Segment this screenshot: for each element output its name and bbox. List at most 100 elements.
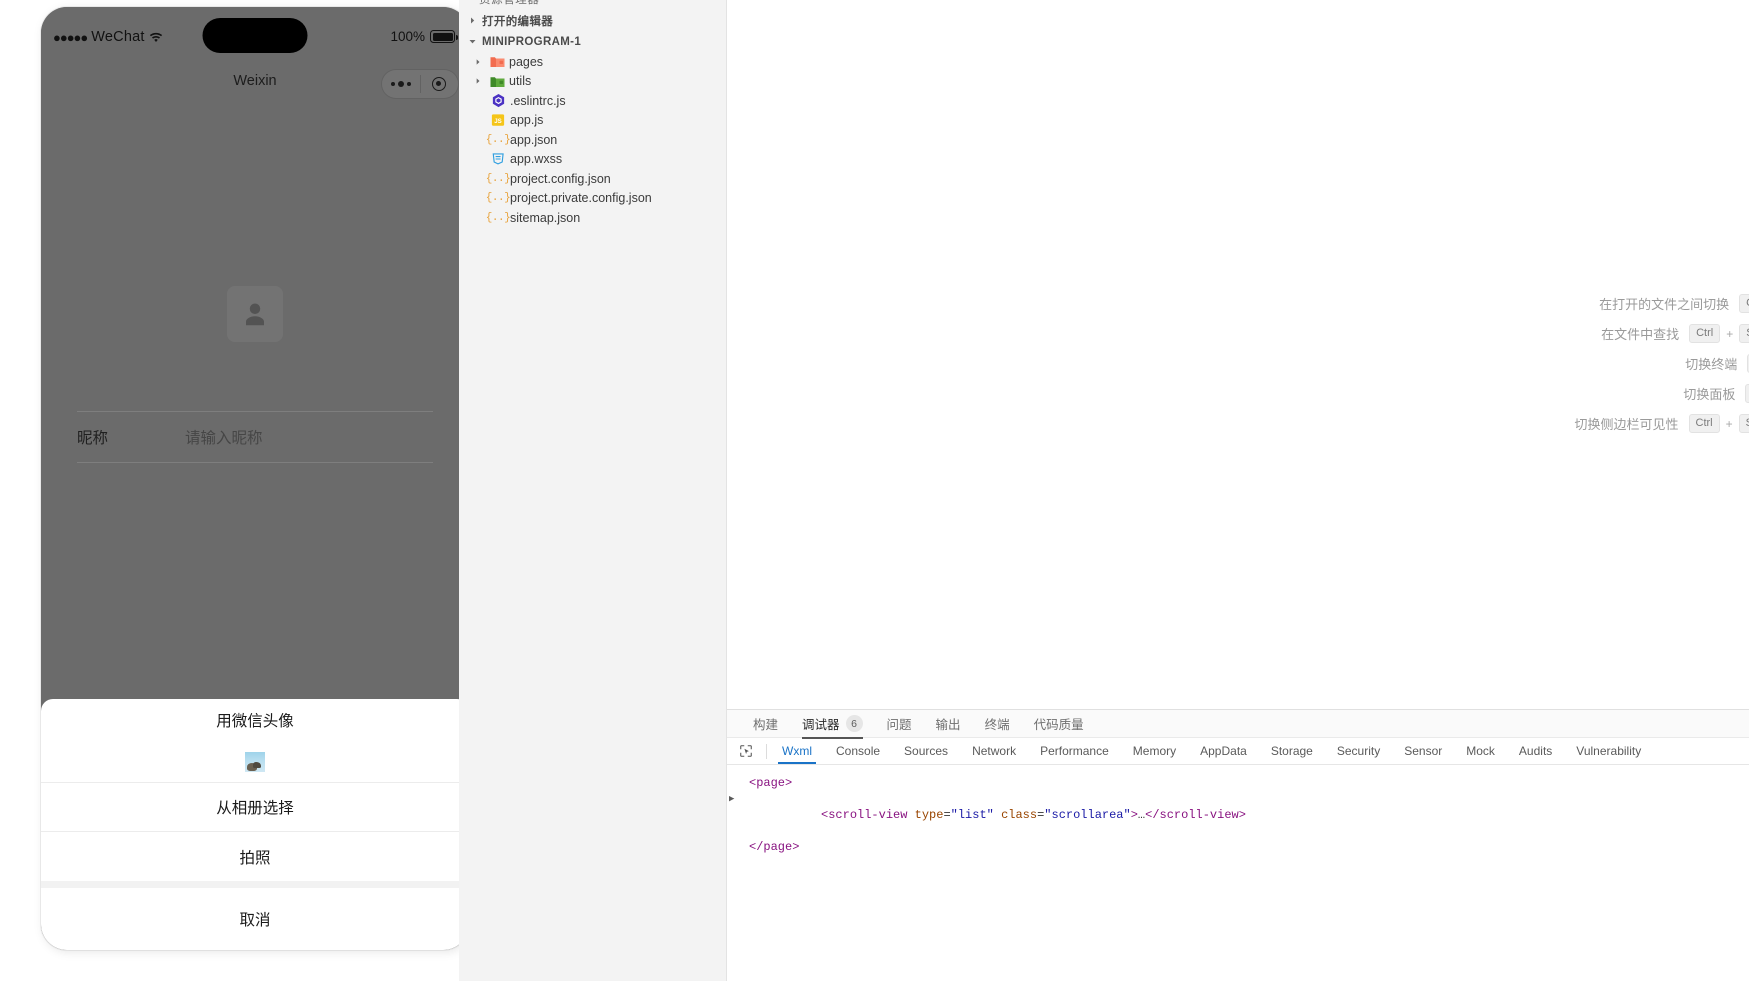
tree-item-app-json[interactable]: {..} app.json — [459, 130, 726, 150]
key-chip: Ctrl — [1745, 384, 1749, 403]
devtab-performance[interactable]: Performance — [1028, 738, 1121, 764]
chevron-right-icon[interactable] — [471, 77, 485, 85]
equals: = — [943, 808, 951, 822]
devtab-sources[interactable]: Sources — [892, 738, 960, 764]
tab-terminal[interactable]: 终端 — [973, 710, 1022, 738]
wxml-line: <page> — [739, 775, 1737, 791]
tree-item-project-config-json[interactable]: {..} project.config.json — [459, 169, 726, 189]
devtab-label: Wxml — [782, 744, 812, 758]
explorer-section-project[interactable]: MINIPROGRAM-1 — [459, 31, 726, 52]
explorer-title: 资源管理器 — [479, 0, 540, 6]
explorer-section-label: 打开的编辑器 — [482, 15, 554, 28]
tree-item-sitemap-json[interactable]: {..} sitemap.json — [459, 208, 726, 228]
chevron-down-icon[interactable] — [465, 37, 479, 46]
capsule-menu[interactable] — [381, 69, 459, 99]
devtab-mock[interactable]: Mock — [1454, 738, 1507, 764]
status-bar-left: ●●●●● WeChat — [53, 29, 163, 45]
tree-item-label: project.config.json — [510, 171, 611, 186]
shortcut-row-toggle-terminal: 切换终端 Ctrl + ` — [1574, 354, 1749, 373]
eslint-icon — [490, 93, 506, 109]
devtab-memory[interactable]: Memory — [1121, 738, 1188, 764]
devtab-wxml[interactable]: Wxml — [770, 738, 824, 764]
expand-triangle-icon[interactable]: ▶ — [729, 791, 739, 807]
file-explorer-sidebar: 资源管理器 打开的编辑器 MINIPROGRAM-1 pages utils .… — [459, 0, 727, 981]
devtab-network[interactable]: Network — [960, 738, 1028, 764]
phone-screen[interactable]: ●●●●● WeChat 100% Weixin 昵称 请输入昵称 用微信头像 … — [41, 7, 469, 950]
tab-label: 终端 — [984, 718, 1010, 732]
tree-item-label: app.js — [510, 113, 544, 128]
action-sheet-thumbnail-row[interactable] — [41, 741, 469, 783]
status-bar-right: 100% — [390, 29, 458, 44]
tree-item-project-private-config-json[interactable]: {..} project.private.config.json — [459, 189, 726, 209]
nickname-form-row: 昵称 请输入昵称 — [77, 411, 433, 463]
mini-program-navbar: Weixin — [41, 61, 469, 105]
wxml-attr-type-value: "list" — [950, 808, 994, 822]
tab-problems[interactable]: 问题 — [875, 710, 924, 738]
tab-code-quality[interactable]: 代码质量 — [1022, 710, 1096, 738]
devtab-storage[interactable]: Storage — [1259, 738, 1325, 764]
tree-item-app-js[interactable]: JS app.js — [459, 111, 726, 131]
close-target-icon[interactable] — [421, 77, 459, 91]
simulator-panel: ●●●●● WeChat 100% Weixin 昵称 请输入昵称 用微信头像 … — [0, 0, 511, 981]
status-badge: 6 — [845, 715, 863, 732]
shortcut-label: 切换终端 — [1685, 357, 1738, 372]
wxml-tree-view[interactable]: <page> ▶ <scroll-view type="list" class=… — [727, 765, 1749, 855]
tab-label: 输出 — [935, 718, 961, 732]
more-icon[interactable] — [382, 81, 420, 87]
chevron-right-icon[interactable] — [471, 58, 485, 66]
devtab-vulnerability[interactable]: Vulnerability — [1564, 738, 1653, 764]
tab-output[interactable]: 输出 — [924, 710, 973, 738]
mini-program-page-body: 昵称 请输入昵称 用微信头像 从相册选择 拍照 取消 — [41, 105, 469, 950]
devtab-sensor[interactable]: Sensor — [1392, 738, 1454, 764]
wifi-icon — [149, 32, 163, 44]
avatar-thumbnail-image[interactable] — [245, 751, 265, 772]
avatar-action-sheet: 用微信头像 从相册选择 拍照 取消 — [41, 699, 469, 950]
action-sheet-divider — [41, 881, 469, 888]
action-sheet-item-from-album[interactable]: 从相册选择 — [41, 783, 469, 832]
devtab-label: Console — [836, 744, 881, 758]
dynamic-island — [202, 18, 308, 53]
keyboard-shortcuts-hints: 在打开的文件之间切换 Ctrl 1 ~ 9 在文件中查找 Ctrl + Shif… — [1574, 294, 1749, 433]
chevron-right-icon[interactable] — [465, 16, 479, 25]
shortcut-row-toggle-panel: 切换面板 Ctrl + J — [1574, 384, 1749, 403]
devtab-label: Performance — [1040, 744, 1109, 758]
tree-item-label: utils — [509, 74, 532, 89]
json-icon: {..} — [485, 172, 511, 185]
tree-item-pages[interactable]: pages — [459, 52, 726, 72]
devtab-audits[interactable]: Audits — [1507, 738, 1564, 764]
devtab-appdata[interactable]: AppData — [1188, 738, 1259, 764]
action-sheet-cancel-button[interactable]: 取消 — [41, 888, 469, 950]
action-sheet-item-take-photo[interactable]: 拍照 — [41, 832, 469, 881]
wxml-tag-open: <scroll-view — [821, 808, 908, 822]
inspect-element-icon[interactable] — [733, 740, 759, 762]
tree-item-label: .eslintrc.js — [510, 93, 566, 108]
nickname-input[interactable]: 请输入昵称 — [185, 426, 263, 448]
battery-percentage-label: 100% — [390, 29, 425, 44]
wxml-line[interactable]: ▶ <scroll-view type="list" class="scroll… — [729, 791, 1737, 839]
shortcut-label: 在文件中查找 — [1601, 327, 1680, 342]
devtab-label: Mock — [1466, 744, 1495, 758]
tab-build[interactable]: 构建 — [741, 710, 790, 738]
key-chip: Shift — [1739, 324, 1749, 343]
shortcut-label: 在打开的文件之间切换 — [1599, 297, 1730, 312]
folder-icon — [489, 54, 505, 70]
tree-item-label: sitemap.json — [510, 210, 581, 225]
devtab-security[interactable]: Security — [1325, 738, 1392, 764]
phone-frame: ●●●●● WeChat 100% Weixin 昵称 请输入昵称 用微信头像 … — [41, 7, 469, 950]
devtab-label: Memory — [1132, 744, 1177, 758]
avatar-placeholder[interactable] — [227, 286, 283, 342]
signal-dots-icon: ●●●●● — [53, 29, 88, 45]
tree-item-eslintrc[interactable]: .eslintrc.js — [459, 91, 726, 111]
action-sheet-item-wechat-avatar[interactable]: 用微信头像 — [41, 699, 469, 741]
page-title: Weixin — [233, 73, 277, 89]
explorer-section-open-editors[interactable]: 打开的编辑器 — [459, 10, 726, 31]
devtab-label: Audits — [1518, 744, 1553, 758]
tab-debugger[interactable]: 调试器 6 — [790, 710, 875, 739]
tab-label: 代码质量 — [1033, 718, 1084, 732]
editor-empty-area: 在打开的文件之间切换 Ctrl 1 ~ 9 在文件中查找 Ctrl + Shif… — [727, 0, 1749, 709]
shortcut-row-switch-files: 在打开的文件之间切换 Ctrl 1 ~ 9 — [1574, 294, 1749, 313]
tree-item-app-wxss[interactable]: app.wxss — [459, 150, 726, 170]
tree-item-utils[interactable]: utils — [459, 72, 726, 92]
devtab-console[interactable]: Console — [824, 738, 892, 764]
